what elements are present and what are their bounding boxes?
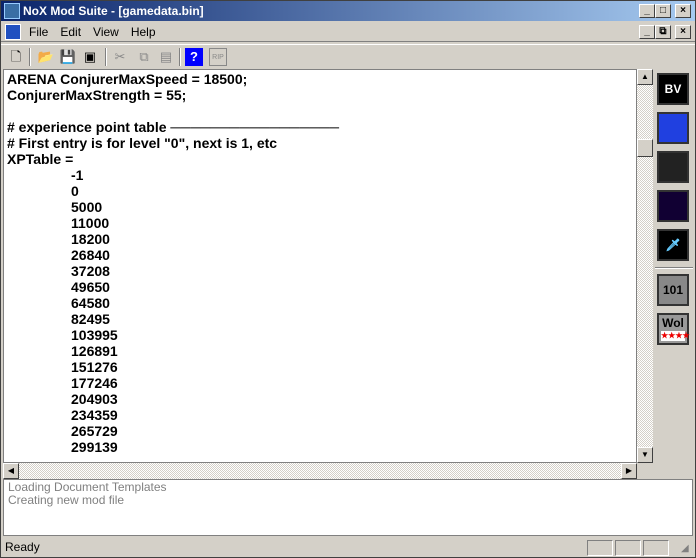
title-bar: NoX Mod Suite - [gamedata.bin] _ □ ×: [1, 1, 695, 21]
window-title: NoX Mod Suite - [gamedata.bin]: [23, 4, 204, 18]
xp-value-line: 37208: [71, 263, 110, 279]
xp-value-line: 26840: [71, 247, 110, 263]
doc-minimize-button[interactable]: _: [639, 25, 655, 39]
help-icon[interactable]: ?: [185, 48, 203, 66]
xp-value-line: 177246: [71, 375, 118, 391]
paste-icon[interactable]: ▤: [157, 48, 175, 66]
toolbar-separator: [179, 48, 181, 66]
xp-value-line: 234359: [71, 407, 118, 423]
xp-value-line: 11000: [71, 215, 110, 231]
status-pane: [615, 540, 641, 556]
log-output: Loading Document Templates Creating new …: [3, 479, 693, 536]
status-text: Ready: [5, 540, 40, 554]
code-line: XPTable =: [7, 151, 74, 167]
scroll-right-button[interactable]: ▶: [621, 463, 637, 479]
toolbar: 🗋 📂 💾 ▣ ✂ ⧉ ▤ ? RIP: [1, 44, 695, 68]
script-editor[interactable]: ARENA ConjurerMaxSpeed = 18500; ConjurerM…: [3, 69, 637, 463]
xp-value-line: 0: [71, 183, 79, 199]
xp-value-line: 299139: [71, 439, 118, 455]
code-line: # First entry is for level "0", next is …: [7, 135, 278, 151]
xp-value-line: 103995: [71, 327, 118, 343]
spell-tool-button[interactable]: [657, 151, 689, 183]
wol-label: Wol: [662, 316, 684, 330]
tool-panel: BV 🗡 101 Wol ★★★★: [653, 69, 695, 463]
wol-tool-button[interactable]: Wol ★★★★: [657, 313, 690, 345]
vertical-scrollbar[interactable]: ▲ ▼: [637, 69, 653, 463]
scroll-up-button[interactable]: ▲: [637, 69, 653, 85]
bv-tool-button[interactable]: BV: [657, 73, 689, 105]
xp-value-line: 49650: [71, 279, 110, 295]
new-file-icon[interactable]: 🗋: [7, 48, 25, 66]
xp-value-line: 18200: [71, 231, 110, 247]
horizontal-scrollbar[interactable]: ◀ ▶: [3, 463, 637, 479]
menu-bar: File Edit View Help _ ⧉ ×: [1, 22, 695, 42]
map-tool-button[interactable]: [657, 112, 689, 144]
maximize-button[interactable]: □: [655, 4, 671, 18]
weapon-tool-button[interactable]: 🗡: [657, 229, 689, 261]
scroll-down-button[interactable]: ▼: [637, 447, 653, 463]
menu-help[interactable]: Help: [125, 22, 162, 42]
cut-icon[interactable]: ✂: [111, 48, 129, 66]
log-line: Creating new mod file: [8, 493, 125, 507]
xp-value-line: 204903: [71, 391, 118, 407]
scroll-thumb[interactable]: [637, 139, 653, 157]
resize-grip-icon[interactable]: ◢: [681, 543, 689, 554]
app-icon: [4, 3, 20, 19]
xp-value-line: 151276: [71, 359, 118, 375]
rip-icon[interactable]: RIP: [209, 48, 227, 66]
xp-value-line: 64580: [71, 295, 110, 311]
toolbar-separator: [105, 48, 107, 66]
code-line: ConjurerMaxStrength = 55;: [7, 87, 187, 103]
close-button[interactable]: ×: [675, 4, 691, 18]
xp-value-line: 82495: [71, 311, 110, 327]
save-icon[interactable]: 💾: [59, 48, 77, 66]
code-line: ARENA ConjurerMaxSpeed = 18500;: [7, 71, 248, 87]
doc-restore-button[interactable]: ⧉: [655, 25, 671, 39]
menu-file[interactable]: File: [23, 22, 54, 42]
open-folder-icon[interactable]: 📂: [37, 48, 55, 66]
document-icon[interactable]: [5, 24, 21, 40]
toolbar-separator: [29, 48, 31, 66]
status-pane: [643, 540, 669, 556]
doc-close-button[interactable]: ×: [675, 25, 691, 39]
status-pane: [587, 540, 613, 556]
xp-value-line: 126891: [71, 343, 118, 359]
minimize-button[interactable]: _: [639, 4, 655, 18]
code-line: # experience point table ───────────────…: [7, 119, 340, 135]
101-tool-button[interactable]: 101: [657, 274, 689, 306]
scroll-left-button[interactable]: ◀: [3, 463, 19, 479]
panel-separator: [655, 267, 693, 269]
character-tool-button[interactable]: [657, 190, 689, 222]
menu-edit[interactable]: Edit: [54, 22, 87, 42]
save-all-icon[interactable]: ▣: [81, 48, 99, 66]
xp-value-line: 5000: [71, 199, 103, 215]
xp-value-line: 265729: [71, 423, 118, 439]
copy-icon[interactable]: ⧉: [135, 48, 153, 66]
menu-view[interactable]: View: [87, 22, 125, 42]
xp-value-line: -1: [71, 167, 84, 183]
